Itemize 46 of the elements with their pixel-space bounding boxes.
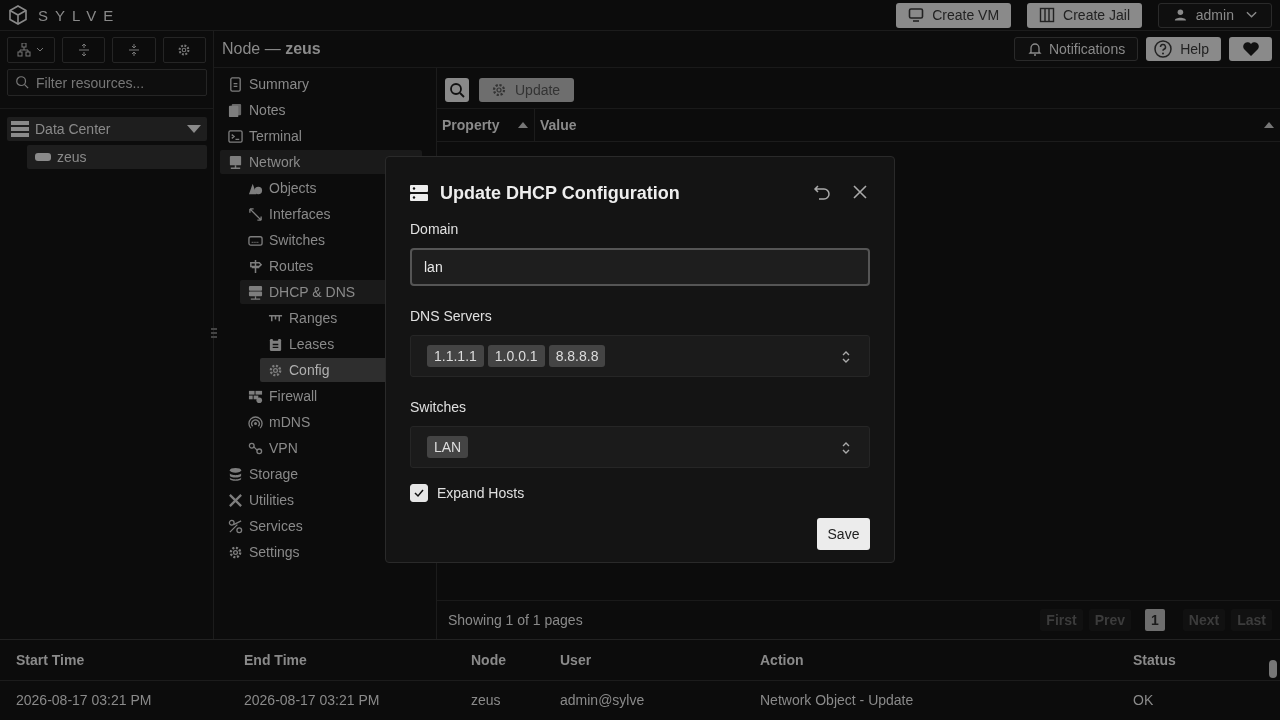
create-button[interactable]: Create Jail [1027,2,1142,28]
column-header[interactable]: Status [1133,652,1280,668]
nav-item[interactable]: Terminal [220,124,422,148]
filter-field[interactable]: Filter resources... [7,69,207,96]
column-header[interactable]: Node [471,652,560,668]
nav-item[interactable]: Utilities [220,488,422,512]
table-cell-text: admin@sylve [560,692,646,708]
tag: LAN [427,436,469,458]
column-header[interactable]: Action [760,652,1133,668]
table-cell-text: Network Object - Update [760,692,915,708]
nav-item[interactable]: Settings [220,540,422,564]
dialog-title: Update DHCP Configuration [440,182,681,204]
checkbox-label: Expand Hosts [437,485,525,501]
column-header[interactable]: Start Time [16,652,244,668]
table-cell-text: OK [1133,692,1155,708]
column-header[interactable]: End Time [244,652,471,668]
field-label: Domain [410,221,460,237]
brand-name: SYLVE [38,6,121,24]
tag: 1.1.1.1 [427,345,484,367]
field-label: DNS Servers [410,308,493,324]
dns-servers-select[interactable]: 1.1.1.1 1.0.0.1 8.8.8.8 [410,335,870,377]
domain-field[interactable]: lan [410,248,870,286]
page-title: Node — zeus [222,40,321,58]
pagination-summary: Showing 1 of 1 pages [448,612,583,628]
tree-item[interactable]: zeus [27,145,207,169]
create-button[interactable]: Create VM [896,2,1012,28]
column-header[interactable]: User [560,652,760,668]
column-header[interactable]: Property [442,117,500,133]
nav-item[interactable]: Notes [220,98,422,122]
notifications-button[interactable]: Notifications [1013,37,1139,61]
tag: 1.0.0.1 [487,345,545,367]
help-button[interactable]: Help [1146,37,1221,61]
nav-item[interactable]: Summary [220,72,422,96]
table-cell-text: zeus [471,692,502,708]
page-button[interactable]: 1 [1145,609,1165,631]
table-cell-text: 2026-08-17 03:21 PM [16,692,153,708]
table-cell-text: 2026-08-17 03:21 PM [244,692,381,708]
tag: 8.8.8.8 [548,345,606,367]
save-button[interactable]: Save [817,518,870,550]
column-header[interactable]: Value [540,117,577,133]
field-label: Switches [410,399,468,415]
tree-item[interactable]: Data Center [7,117,207,141]
nav-item[interactable]: Services [220,514,422,538]
user-menu-button[interactable]: admin [1158,2,1272,28]
nav-item[interactable]: Objects [240,176,422,200]
switches-select[interactable]: LAN [410,426,870,468]
